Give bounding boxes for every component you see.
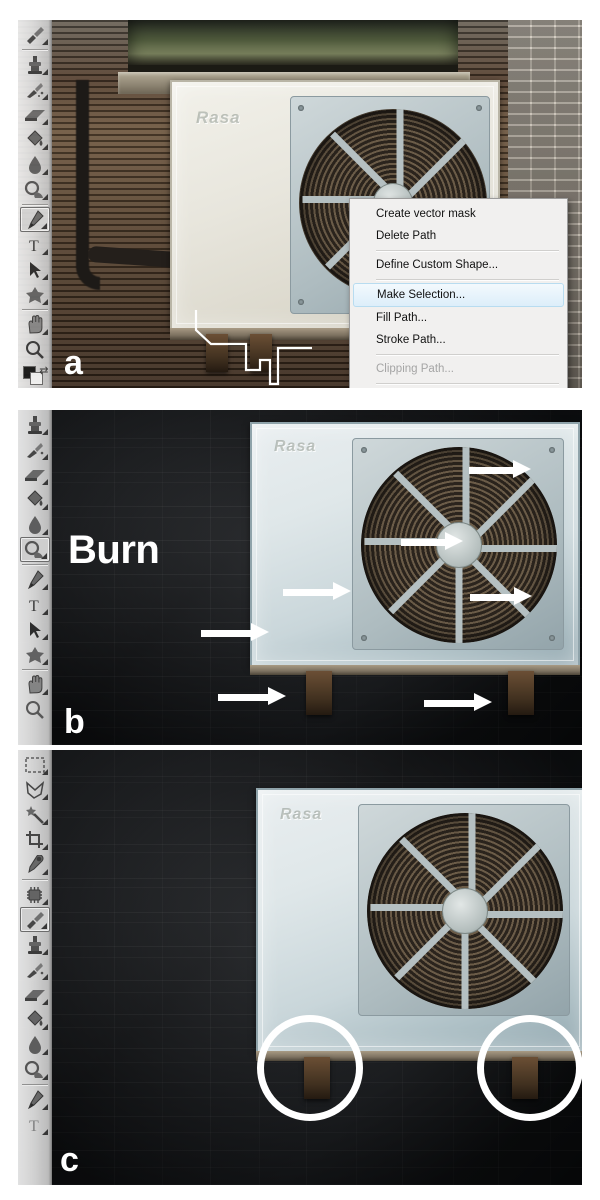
tool-pen[interactable] bbox=[19, 207, 50, 232]
photoshop-toolbar-c[interactable]: T bbox=[18, 750, 52, 1185]
tool-path-selection[interactable] bbox=[20, 617, 50, 642]
tool-blur[interactable] bbox=[20, 512, 50, 537]
tool-type[interactable]: T bbox=[20, 1112, 50, 1137]
tool-eyedropper[interactable] bbox=[20, 852, 50, 877]
burn-label: Burn bbox=[68, 528, 160, 572]
ac-brand-logo: Rasa bbox=[280, 806, 323, 823]
tool-dodge-burn[interactable] bbox=[20, 177, 50, 202]
tool-zoom[interactable] bbox=[20, 337, 50, 362]
svg-text:T: T bbox=[29, 598, 39, 614]
tool-pen[interactable] bbox=[20, 567, 50, 592]
tool-pen[interactable] bbox=[20, 1087, 50, 1112]
swap-colors-icon[interactable]: ⇄ bbox=[39, 364, 48, 377]
tool-dodge-burn[interactable] bbox=[20, 1057, 50, 1082]
menu-item-delete-path[interactable]: Delete Path bbox=[350, 225, 567, 247]
menu-item-fill-path[interactable]: Fill Path... bbox=[350, 307, 567, 329]
tool-custom-shape[interactable] bbox=[20, 282, 50, 307]
annotation-arrow-5 bbox=[201, 623, 269, 641]
highlight-ring-right bbox=[477, 1015, 582, 1121]
tool-patch[interactable] bbox=[20, 882, 50, 907]
tool-blur[interactable] bbox=[20, 152, 50, 177]
tool-eraser[interactable] bbox=[20, 982, 50, 1007]
annotation-arrow-6 bbox=[218, 687, 286, 705]
menu-separator bbox=[376, 279, 559, 280]
tool-type[interactable]: T bbox=[20, 592, 50, 617]
path-context-menu[interactable]: Create vector mask Delete Path Define Cu… bbox=[349, 198, 568, 388]
figure-root: Rasa T ⇄ Create vector mask Delete Path … bbox=[0, 0, 600, 1200]
tool-lasso[interactable] bbox=[20, 777, 50, 802]
tool-brush[interactable] bbox=[20, 22, 50, 47]
pen-path-outline bbox=[194, 310, 312, 386]
panel-letter-b: b bbox=[64, 703, 85, 741]
tool-crop[interactable] bbox=[20, 827, 50, 852]
tool-paint-bucket[interactable] bbox=[20, 127, 50, 152]
ac-fan-grille bbox=[358, 804, 570, 1016]
fan-hub bbox=[442, 888, 488, 934]
ac-bracket-left bbox=[306, 671, 332, 715]
tool-rectangular-marquee[interactable] bbox=[20, 752, 50, 777]
ac-bracket-right bbox=[508, 671, 534, 715]
tool-clone-stamp[interactable] bbox=[20, 412, 50, 437]
tool-hand[interactable] bbox=[20, 312, 50, 337]
menu-separator bbox=[376, 250, 559, 251]
tool-zoom[interactable] bbox=[20, 697, 50, 722]
tool-type[interactable]: T bbox=[20, 232, 50, 257]
menu-separator bbox=[376, 354, 559, 355]
highlight-ring-left bbox=[257, 1015, 363, 1121]
menu-item-free-transform-path[interactable]: Free Transform Path bbox=[350, 387, 567, 388]
tool-magic-wand[interactable] bbox=[20, 802, 50, 827]
panel-c: Rasa T c bbox=[18, 750, 582, 1185]
annotation-arrow-2 bbox=[401, 532, 463, 550]
svg-text:T: T bbox=[29, 238, 39, 254]
annotation-arrow-7 bbox=[424, 693, 492, 711]
panel-letter-c: c bbox=[60, 1141, 79, 1179]
photoshop-toolbar-b[interactable]: T bbox=[18, 410, 52, 745]
tool-clone-stamp[interactable] bbox=[20, 932, 50, 957]
tool-history-brush[interactable] bbox=[20, 77, 50, 102]
menu-separator bbox=[376, 383, 559, 384]
panel-b: Rasa Burn T b bbox=[18, 410, 582, 745]
tool-blur[interactable] bbox=[20, 1032, 50, 1057]
menu-item-create-vector-mask[interactable]: Create vector mask bbox=[350, 203, 567, 225]
tool-paint-bucket[interactable] bbox=[20, 487, 50, 512]
panel-letter-a: a bbox=[64, 344, 83, 382]
ac-brand-logo: Rasa bbox=[196, 108, 241, 127]
annotation-arrow-4 bbox=[283, 582, 351, 600]
menu-item-define-custom-shape[interactable]: Define Custom Shape... bbox=[350, 254, 567, 276]
ac-brand-logo: Rasa bbox=[274, 438, 317, 455]
menu-item-make-selection[interactable]: Make Selection... bbox=[353, 283, 564, 307]
tool-history-brush[interactable] bbox=[20, 957, 50, 982]
svg-text:T: T bbox=[29, 1118, 39, 1134]
photoshop-toolbar-a[interactable]: T ⇄ bbox=[18, 20, 52, 388]
tool-path-selection[interactable] bbox=[20, 257, 50, 282]
tool-dodge-burn[interactable] bbox=[19, 537, 50, 562]
fan-grille-disc bbox=[367, 813, 563, 1009]
window-frame bbox=[128, 20, 458, 72]
tool-hand[interactable] bbox=[20, 672, 50, 697]
annotation-arrow-1 bbox=[469, 460, 531, 478]
menu-item-clipping-path: Clipping Path... bbox=[376, 363, 454, 375]
tool-clone-stamp[interactable] bbox=[20, 52, 50, 77]
tool-eraser[interactable] bbox=[20, 102, 50, 127]
tool-eraser[interactable] bbox=[20, 462, 50, 487]
air-conditioner-unit-c: Rasa bbox=[256, 788, 582, 1099]
menu-item-stroke-path[interactable]: Stroke Path... bbox=[350, 329, 567, 351]
foreground-background-swatches[interactable]: ⇄ bbox=[20, 364, 50, 388]
tool-paint-bucket[interactable] bbox=[20, 1007, 50, 1032]
tool-brush[interactable] bbox=[19, 907, 50, 932]
tool-history-brush[interactable] bbox=[20, 437, 50, 462]
tool-custom-shape[interactable] bbox=[20, 642, 50, 667]
panel-a: Rasa T ⇄ Create vector mask Delete Path … bbox=[18, 20, 582, 388]
annotation-arrow-3 bbox=[470, 587, 532, 605]
